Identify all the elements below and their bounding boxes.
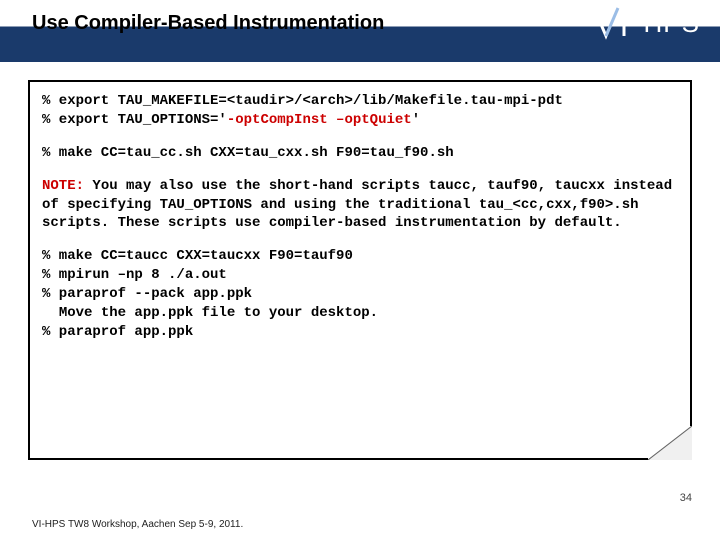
code-line: Move the app.ppk file to your desktop. [42,304,678,323]
vi-hps-logo: - HPS [592,6,700,40]
code-line: % export TAU_OPTIONS='-optCompInst –optQ… [42,111,678,130]
highlighted-option: -optCompInst –optQuiet [227,112,412,128]
code-block: % export TAU_MAKEFILE=<taudir>/<arch>/li… [28,80,692,460]
code-line: % export TAU_MAKEFILE=<taudir>/<arch>/li… [42,92,678,111]
page-number: 34 [680,492,692,504]
code-line: % mpirun –np 8 ./a.out [42,266,678,285]
code-line: % paraprof app.ppk [42,323,678,342]
logo-mark-icon [592,6,632,40]
note-text: NOTE: You may also use the short-hand sc… [42,177,678,234]
note-label: NOTE: [42,178,84,194]
slide-header: Use Compiler-Based Instrumentation - HPS [0,0,720,62]
logo-suffix: HPS [644,8,700,39]
code-line: % paraprof --pack app.ppk [42,285,678,304]
page-curl-icon [648,426,692,460]
code-line: % make CC=taucc CXX=taucxx F90=tauf90 [42,247,678,266]
footer-text: VI-HPS TW8 Workshop, Aachen Sep 5-9, 201… [32,519,243,530]
code-line: % make CC=tau_cc.sh CXX=tau_cxx.sh F90=t… [42,144,678,163]
logo-dash: - [634,8,644,39]
slide-title: Use Compiler-Based Instrumentation [32,12,384,42]
